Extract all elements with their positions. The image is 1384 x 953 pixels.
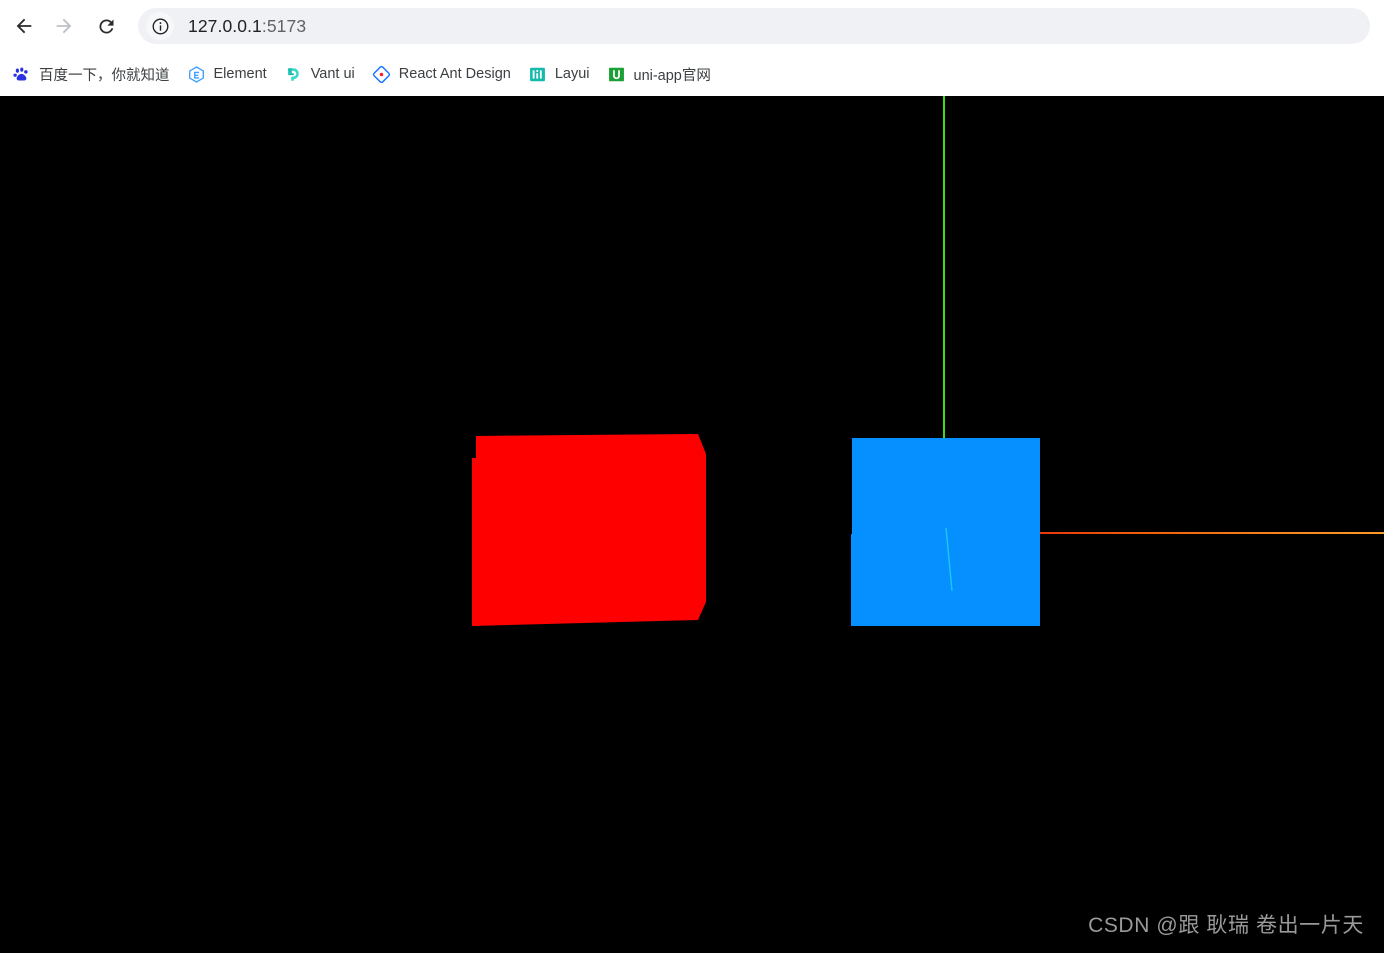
bookmark-baidu[interactable]: 百度一下，你就知道	[4, 59, 179, 89]
layui-square-icon	[529, 67, 545, 81]
bookmark-label-react-ant-design: React Ant Design	[398, 66, 511, 82]
csdn-watermark: CSDN @跟 耿瑞 卷出一片天	[1088, 914, 1364, 937]
address-bar[interactable]: 127.0.0.1:5173	[138, 8, 1370, 44]
bookmark-label-uni-app: uni-app官网	[633, 67, 711, 84]
info-circle-icon	[152, 18, 168, 34]
browser-chrome: 127.0.0.1:5173 百度一下，你就知道 Element Vant ui…	[0, 0, 1384, 96]
reload-button[interactable]	[86, 6, 126, 46]
url-host: 127.0.0.1	[188, 15, 262, 36]
bookmark-react-ant-design[interactable]: React Ant Design	[364, 59, 520, 89]
bookmark-uni-app[interactable]: uni-app官网	[599, 59, 720, 89]
back-button[interactable]	[4, 6, 44, 46]
browser-toolbar: 127.0.0.1:5173	[0, 0, 1384, 52]
bookmark-vant-ui[interactable]: Vant ui	[276, 59, 364, 89]
bookmarks-bar: 百度一下，你就知道 Element Vant ui React Ant Desi…	[0, 52, 1384, 96]
forward-button[interactable]	[44, 6, 84, 46]
url-text: 127.0.0.1:5173	[188, 16, 306, 37]
red-cube[interactable]	[470, 430, 710, 630]
uniapp-square-icon	[608, 67, 624, 81]
webgl-canvas[interactable]: CSDN @跟 耿瑞 卷出一片天	[0, 96, 1384, 953]
red-cube-mesh	[472, 434, 706, 626]
ant-design-diamond-icon	[372, 65, 390, 83]
back-arrow-icon	[16, 18, 32, 34]
bookmark-label-layui: Layui	[554, 66, 590, 82]
url-port: :5173	[261, 15, 307, 36]
bookmark-element[interactable]: Element	[179, 59, 276, 89]
bookmark-layui[interactable]: Layui	[520, 59, 599, 89]
bookmark-label-baidu: 百度一下，你就知道	[39, 67, 170, 84]
blue-cube-edge-notch	[850, 438, 852, 534]
blue-cube[interactable]	[850, 438, 1040, 626]
axis-y-line	[943, 96, 945, 438]
site-info-button[interactable]	[146, 12, 174, 40]
reload-icon	[98, 18, 113, 33]
blue-cube-inner-edge-line	[945, 527, 953, 592]
forward-arrow-icon	[56, 18, 72, 34]
bookmark-label-vant-ui: Vant ui	[310, 66, 355, 82]
axis-x-line	[1040, 532, 1384, 534]
vant-icon	[287, 67, 299, 81]
element-hexagon-icon	[188, 65, 204, 83]
bookmark-label-element: Element	[213, 66, 267, 82]
baidu-paw-icon	[13, 67, 28, 80]
